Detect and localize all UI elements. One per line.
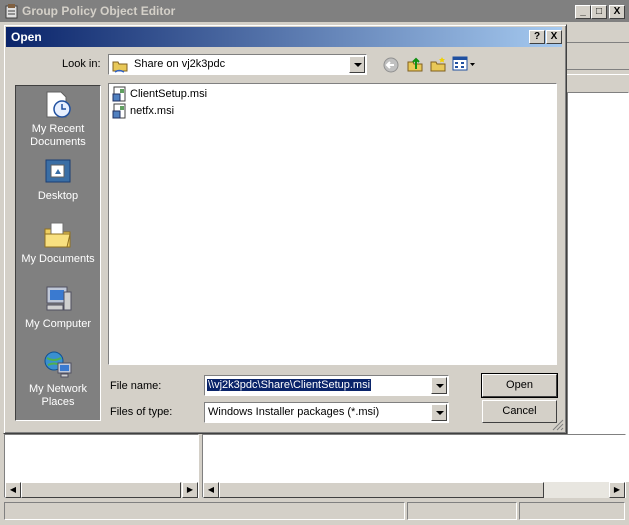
gpo-editor-icon: [5, 4, 18, 19]
place-desktop[interactable]: Desktop: [16, 156, 100, 203]
desktop-icon: [45, 159, 71, 183]
file-name-label: File name:: [110, 380, 162, 392]
file-name: netfx.msi: [130, 105, 175, 117]
file-name-value: \\vj2k3pdc\Share\ClientSetup.msi: [207, 379, 372, 391]
files-of-type-value: Windows Installer packages (*.msi): [208, 406, 380, 418]
column-header: [567, 74, 629, 94]
background-window-title: Group Policy Object Editor: [22, 4, 176, 18]
place-my-network-places[interactable]: My Network Places: [16, 349, 100, 409]
scroll-right-arrow-icon[interactable]: ▶: [609, 482, 625, 498]
place-label: My Recent Documents: [30, 123, 86, 148]
place-my-documents[interactable]: My Documents: [16, 219, 100, 266]
back-icon[interactable]: [382, 56, 400, 74]
my-documents-icon: [44, 222, 71, 248]
up-one-level-icon[interactable]: [406, 55, 424, 73]
place-my-computer[interactable]: My Computer: [16, 284, 100, 331]
list-item[interactable]: ClientSetup.msi: [112, 86, 207, 102]
look-in-value: Share on vj2k3pdc: [134, 58, 226, 70]
network-share-icon: [112, 61, 128, 73]
places-bar: My Recent Documents Desktop My Documents: [15, 85, 101, 421]
scroll-thumb[interactable]: [219, 482, 544, 498]
place-my-recent-documents[interactable]: My Recent Documents: [16, 89, 100, 149]
new-folder-icon[interactable]: [429, 55, 447, 73]
resize-grip-icon[interactable]: [552, 419, 564, 431]
scroll-thumb[interactable]: [21, 482, 181, 498]
scroll-left-arrow-icon[interactable]: ◀: [203, 482, 219, 498]
files-of-type-label: Files of type:: [110, 406, 173, 418]
files-of-type-dropdown[interactable]: Windows Installer packages (*.msi): [204, 402, 449, 423]
place-label: My Computer: [24, 318, 92, 330]
background-close-button[interactable]: X: [609, 5, 625, 19]
help-button[interactable]: ?: [529, 30, 545, 44]
chevron-down-icon[interactable]: [349, 56, 365, 73]
file-name: ClientSetup.msi: [130, 88, 208, 100]
status-bar-pane: [519, 502, 625, 520]
look-in-dropdown[interactable]: Share on vj2k3pdc: [108, 54, 367, 75]
place-label: My Network Places: [28, 383, 88, 408]
cancel-button[interactable]: Cancel: [482, 400, 557, 423]
dialog-close-button[interactable]: X: [546, 30, 562, 44]
msi-package-icon: [112, 86, 126, 102]
recent-documents-icon: [46, 91, 71, 118]
menu-bar: [567, 22, 629, 43]
place-label: My Documents: [21, 253, 95, 265]
dialog-titlebar: Open ? X: [6, 27, 562, 47]
chevron-down-icon[interactable]: [431, 377, 447, 394]
my-computer-icon: [46, 286, 72, 311]
details-pane-right: [567, 92, 629, 482]
views-menu-icon[interactable]: [452, 56, 476, 72]
look-in-label: Look in:: [62, 58, 101, 70]
maximize-button[interactable]: □: [591, 5, 607, 19]
file-name-input[interactable]: \\vj2k3pdc\Share\ClientSetup.msi: [204, 375, 449, 396]
chevron-down-icon[interactable]: [431, 404, 447, 421]
network-places-icon: [44, 351, 72, 378]
open-button[interactable]: Open: [481, 373, 558, 398]
list-item[interactable]: netfx.msi: [112, 103, 174, 119]
scroll-right-arrow-icon[interactable]: ▶: [182, 482, 198, 498]
file-list[interactable]: ClientSetup.msi netfx.msi: [108, 83, 557, 365]
open-dialog: Open ? X Look in: Share on vj2k3pdc My R…: [3, 24, 567, 434]
scroll-left-arrow-icon[interactable]: ◀: [5, 482, 21, 498]
details-horizontal-scrollbar[interactable]: ◀ ▶: [203, 482, 625, 498]
place-label: Desktop: [37, 190, 79, 202]
tree-horizontal-scrollbar[interactable]: ◀ ▶: [5, 482, 198, 498]
dialog-title: Open: [11, 30, 42, 44]
status-bar-pane: [4, 502, 405, 520]
msi-package-icon: [112, 103, 126, 119]
background-window-titlebar: Group Policy Object Editor _ □ X: [0, 0, 629, 22]
toolbar: [567, 43, 629, 70]
minimize-button[interactable]: _: [575, 5, 591, 19]
status-bar-pane: [407, 502, 517, 520]
